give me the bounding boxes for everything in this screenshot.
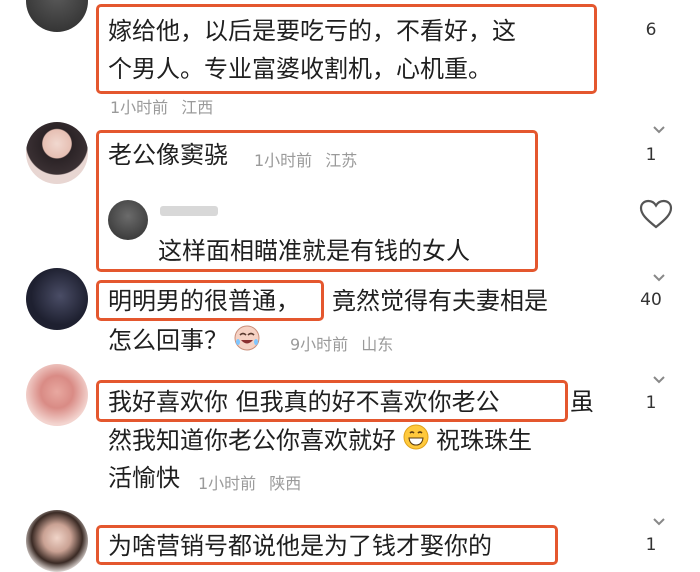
avatar[interactable] [26,0,88,32]
like-count[interactable]: 6 [636,20,666,40]
chevron-down-icon[interactable] [652,370,666,384]
comment-region: 江苏 [325,151,358,170]
comment-text: 怎么回事？ [108,322,262,361]
comment-text: 个男人。专业富婆收割机，心机重。 [108,55,492,83]
like-count[interactable]: 1 [636,535,666,555]
reply-username-obscured [160,206,218,216]
comment-text-line: 然我知道你老公你喜欢就好 [108,426,396,455]
comment-text: 嫁给他，以后是要吃亏的，不看好，这 [108,17,516,45]
comment-meta: 1小时前 陕西 [198,470,301,494]
chevron-down-icon[interactable] [652,512,666,526]
comment-region: 江西 [181,98,214,117]
comment-text: 竟然觉得有夫妻相是 [332,287,548,315]
comment-time: 9小时前 [290,335,349,354]
comment-meta: 9小时前 山东 [290,331,393,355]
comment-text-line: 怎么回事？ [108,326,228,355]
laughing-crying-emoji [232,322,262,361]
comment-time: 1小时前 [254,151,313,170]
comment-region: 山东 [361,335,394,354]
comment-time: 1小时前 [198,474,257,493]
grin-emoji [402,423,430,460]
comment-text-highlight: 明明男的很普通， [108,287,300,315]
avatar[interactable] [26,364,88,426]
like-count[interactable]: 1 [636,145,666,165]
comment-text: 然我知道你老公你喜欢就好 祝珠珠生 [108,423,532,460]
avatar[interactable] [26,122,88,184]
reply-avatar[interactable] [108,200,148,240]
chevron-down-icon[interactable] [652,268,666,282]
comment-meta: 1小时前 江西 [110,94,213,118]
avatar[interactable] [26,268,88,330]
comment-meta: 1小时前 江苏 [254,147,357,171]
comment-text: 活愉快 [108,464,180,492]
chevron-down-icon[interactable] [652,120,666,134]
comment-time: 1小时前 [110,98,169,117]
comment-region: 陕西 [269,474,302,493]
like-count[interactable]: 1 [636,393,666,413]
comment-author[interactable]: 老公像窦骁 [108,138,228,172]
comment-text-highlight: 为啥营销号都说他是为了钱才娶你的 [108,532,492,560]
comment-text-line: 祝珠珠生 [436,426,532,455]
like-count[interactable]: 40 [636,290,666,310]
comment-text-highlight: 我好喜欢你 但我真的好不喜欢你老公 [108,388,500,416]
reply-text: 这样面相瞄准就是有钱的女人 [158,237,470,265]
heart-icon[interactable] [638,198,674,234]
comment-text: 虽 [570,388,594,416]
avatar[interactable] [26,510,88,572]
